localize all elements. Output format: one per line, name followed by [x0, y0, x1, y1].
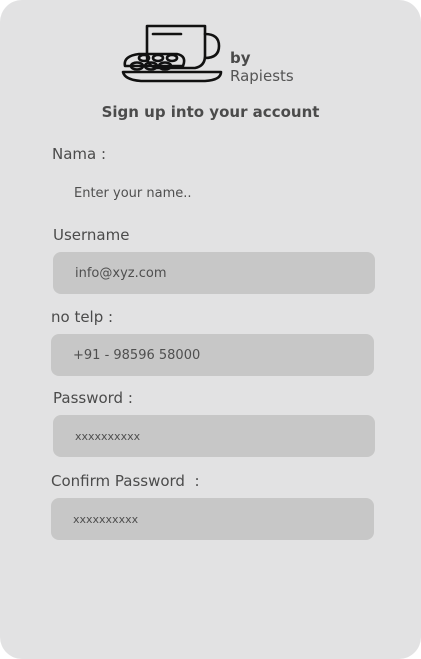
name-input[interactable]: Enter your name..: [52, 172, 374, 214]
username-label: Username: [53, 226, 130, 244]
confirm-password-label: Confirm Password :: [51, 472, 200, 490]
signup-card: by Rapiests Sign up into your account Na…: [0, 0, 421, 659]
username-input[interactable]: info@xyz.com: [53, 252, 375, 294]
brand-name: Rapiests: [230, 67, 294, 85]
confirm-password-input[interactable]: xxxxxxxxxx: [51, 498, 374, 540]
name-label: Nama :: [52, 145, 107, 163]
page-title: Sign up into your account: [101, 103, 320, 121]
teacup-with-cookies-icon: [121, 24, 223, 83]
phone-input[interactable]: +91 - 98596 58000: [51, 334, 374, 376]
password-label: Password :: [53, 389, 133, 407]
brand-by-text: by: [230, 49, 251, 67]
phone-label: no telp :: [51, 308, 114, 326]
password-input[interactable]: xxxxxxxxxx: [53, 415, 375, 457]
